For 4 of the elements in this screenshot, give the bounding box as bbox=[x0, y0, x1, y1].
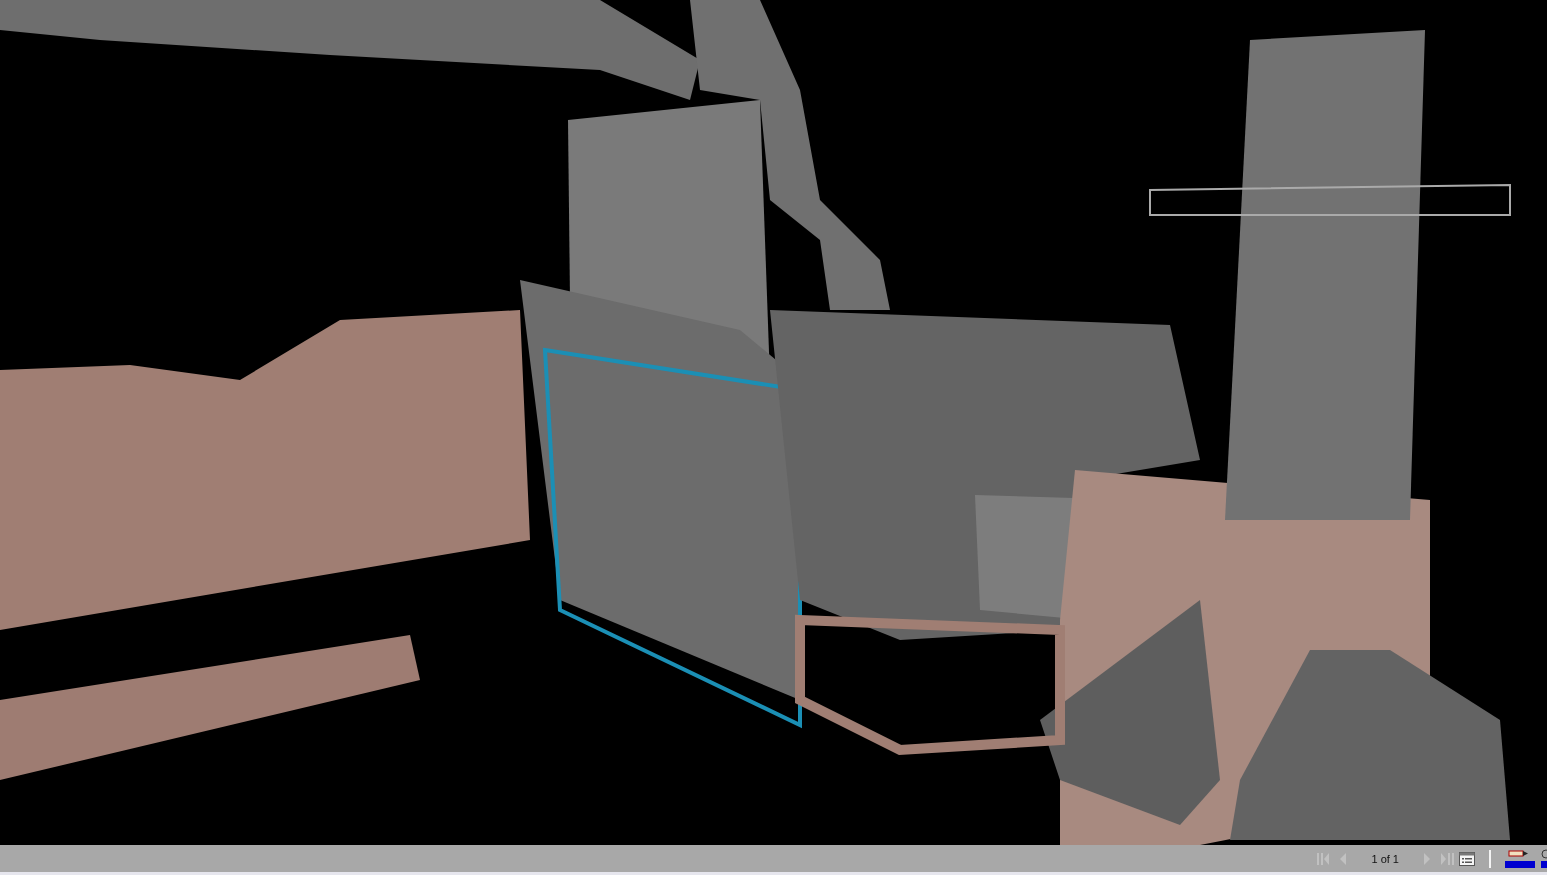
zoom-icon[interactable] bbox=[1539, 848, 1547, 869]
page-counter: 1 of 1 bbox=[1370, 852, 1400, 865]
pencil-icon[interactable] bbox=[1505, 848, 1535, 869]
list-view-icon[interactable] bbox=[1459, 851, 1475, 866]
